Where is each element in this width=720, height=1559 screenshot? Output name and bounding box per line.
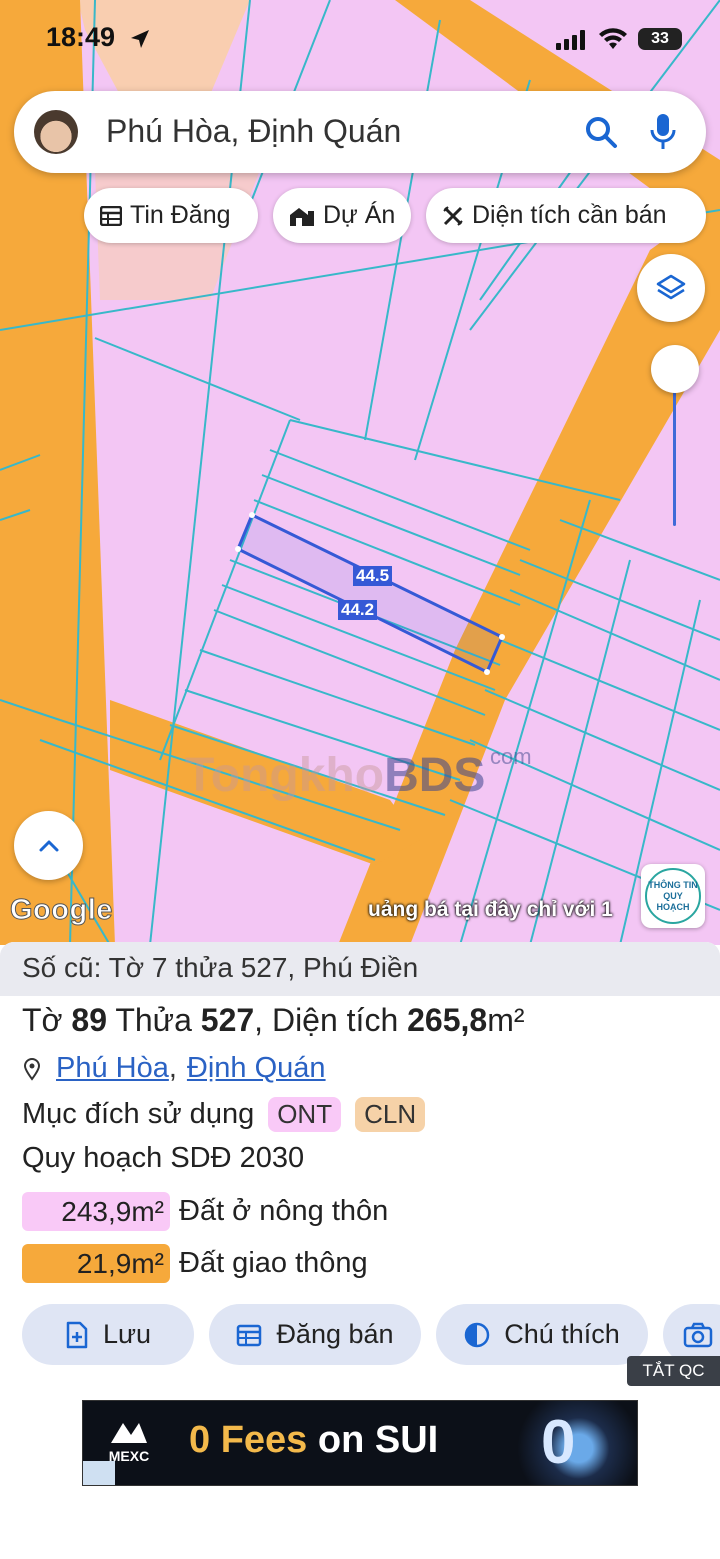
old-reference-text: Số cũ: Tờ 7 thửa 527, Phú Điền <box>22 952 419 983</box>
watermark-part2: BDS <box>384 749 486 802</box>
ad-headline-rest: on SUI <box>307 1419 439 1461</box>
ad-brand-logo: MEXC <box>101 1419 157 1464</box>
ad-banner[interactable]: MEXC 0 Fees on SUI 0 <box>82 1400 638 1486</box>
post-sale-label: Đăng bán <box>276 1319 394 1349</box>
status-time: 18:49 <box>46 22 116 52</box>
location-arrow-icon <box>131 30 149 48</box>
ad-coin-graphic: 0 <box>505 1401 637 1485</box>
post-sale-button[interactable]: Đăng bán <box>209 1304 421 1365</box>
ad-headline-highlight: 0 Fees <box>189 1419 308 1461</box>
measure-label-bottom: 44.2 <box>338 600 378 620</box>
table-icon <box>100 205 122 226</box>
close-ad-button[interactable]: TẮT QC <box>627 1356 720 1386</box>
area-unit: m² <box>487 1002 525 1038</box>
status-bar: 18:49 33 <box>0 0 720 80</box>
purpose-tag-cln[interactable]: CLN <box>355 1097 426 1132</box>
qh-line1: THÔNG TIN <box>648 879 698 890</box>
purpose-label: Mục đích sử dụng <box>22 1098 255 1130</box>
qh-line2: QUY HOẠCH <box>656 890 690 912</box>
half-circle-icon <box>464 1322 490 1347</box>
plan-title: Quy hoạch SDĐ 2030 <box>22 1142 305 1174</box>
battery-icon: 33 <box>638 28 682 50</box>
layers-button[interactable] <box>637 254 705 322</box>
thua-label: Thửa <box>115 1002 192 1038</box>
ward-link[interactable]: Phú Hòa <box>56 1052 169 1085</box>
wifi-icon <box>599 28 627 49</box>
chevron-up-icon <box>39 840 58 851</box>
chip-label: Diện tích cần bán <box>472 201 667 229</box>
plan-area-value: 21,9m² <box>22 1244 170 1283</box>
legend-button[interactable]: Chú thích <box>436 1304 648 1365</box>
expand-up-button[interactable] <box>14 811 83 880</box>
chip-du-an[interactable]: Dự Án <box>273 188 411 243</box>
parcel-info-panel: Số cũ: Tờ 7 thửa 527, Phú Điền Tờ 89 Thử… <box>0 942 720 1559</box>
watermark-part1: Tongkho <box>185 749 385 802</box>
ad-coin-char: 0 <box>541 1408 576 1477</box>
watermark: TongkhoBDS <box>185 748 485 803</box>
save-button[interactable]: Lưu <box>22 1304 194 1365</box>
camera-icon <box>683 1322 713 1347</box>
watermark-suffix: com <box>490 744 532 769</box>
mexc-logo-icon <box>111 1423 147 1443</box>
district-link[interactable]: Định Quán <box>187 1052 326 1085</box>
area-value: 265,8 <box>407 1002 488 1038</box>
plan-area-row: 21,9m² Đất giao thông <box>22 1244 368 1283</box>
cellular-signal-icon <box>556 30 585 50</box>
to-value: 89 <box>71 1002 108 1038</box>
ad-choices-icon[interactable] <box>83 1461 115 1485</box>
ad-headline: 0 Fees on SUI <box>189 1419 438 1462</box>
layers-icon <box>656 274 686 300</box>
promo-marquee: uảng bá tại đây chỉ với 1 <box>368 898 613 921</box>
chip-label: Dự Án <box>323 201 396 229</box>
plan-area-label: Đất giao thông <box>179 1247 368 1279</box>
chip-tin-dang[interactable]: Tin Đăng <box>84 188 258 243</box>
avatar[interactable] <box>34 110 78 154</box>
search-input[interactable]: Phú Hòa, Định Quán <box>106 113 401 150</box>
google-logo: Google <box>10 894 113 927</box>
planning-info-button[interactable]: THÔNG TIN QUY HOẠCH <box>641 864 705 928</box>
thua-value: 527 <box>200 1002 255 1038</box>
planning-info-logo: THÔNG TIN QUY HOẠCH <box>645 868 701 924</box>
plan-area-value: 243,9m² <box>22 1192 170 1231</box>
measure-label-top: 44.5 <box>353 566 393 586</box>
purpose-tag-ont[interactable]: ONT <box>268 1097 342 1132</box>
save-label: Lưu <box>102 1319 152 1349</box>
microphone-icon[interactable] <box>650 113 676 151</box>
map-view[interactable]: 44.5 44.2 TongkhoBDS com 18:49 33 Phú Hò… <box>0 0 720 945</box>
search-bar[interactable]: Phú Hòa, Định Quán <box>14 91 706 173</box>
calendar-icon <box>237 1324 262 1346</box>
search-icon[interactable] <box>584 115 618 149</box>
selected-parcel[interactable] <box>235 512 505 675</box>
location-pin-icon <box>23 1057 41 1081</box>
location-separator: , <box>168 1052 177 1084</box>
save-doc-icon <box>66 1321 88 1348</box>
chip-dien-tich-can-ban[interactable]: Diện tích cần bán <box>426 188 706 243</box>
building-icon <box>290 207 314 226</box>
zoom-slider-track[interactable] <box>673 392 676 526</box>
ruler-cross-icon <box>443 205 463 226</box>
location-line: Phú Hòa, Định Quán <box>22 1052 326 1085</box>
zoom-slider-handle[interactable] <box>651 345 699 393</box>
plan-area-label: Đất ở nông thôn <box>179 1195 389 1227</box>
to-label: Tờ <box>22 1002 63 1038</box>
area-label: , Diện tích <box>254 1002 399 1038</box>
chip-label: Tin Đăng <box>130 201 231 229</box>
land-use-purpose: Mục đích sử dụng ONT CLN <box>22 1097 426 1132</box>
plan-area-row: 243,9m² Đất ở nông thôn <box>22 1192 388 1231</box>
legend-label: Chú thích <box>504 1319 620 1349</box>
old-reference-bar: Số cũ: Tờ 7 thửa 527, Phú Điền <box>0 942 720 996</box>
parcel-summary: Tờ 89 Thửa 527, Diện tích 265,8m² <box>22 1002 525 1039</box>
